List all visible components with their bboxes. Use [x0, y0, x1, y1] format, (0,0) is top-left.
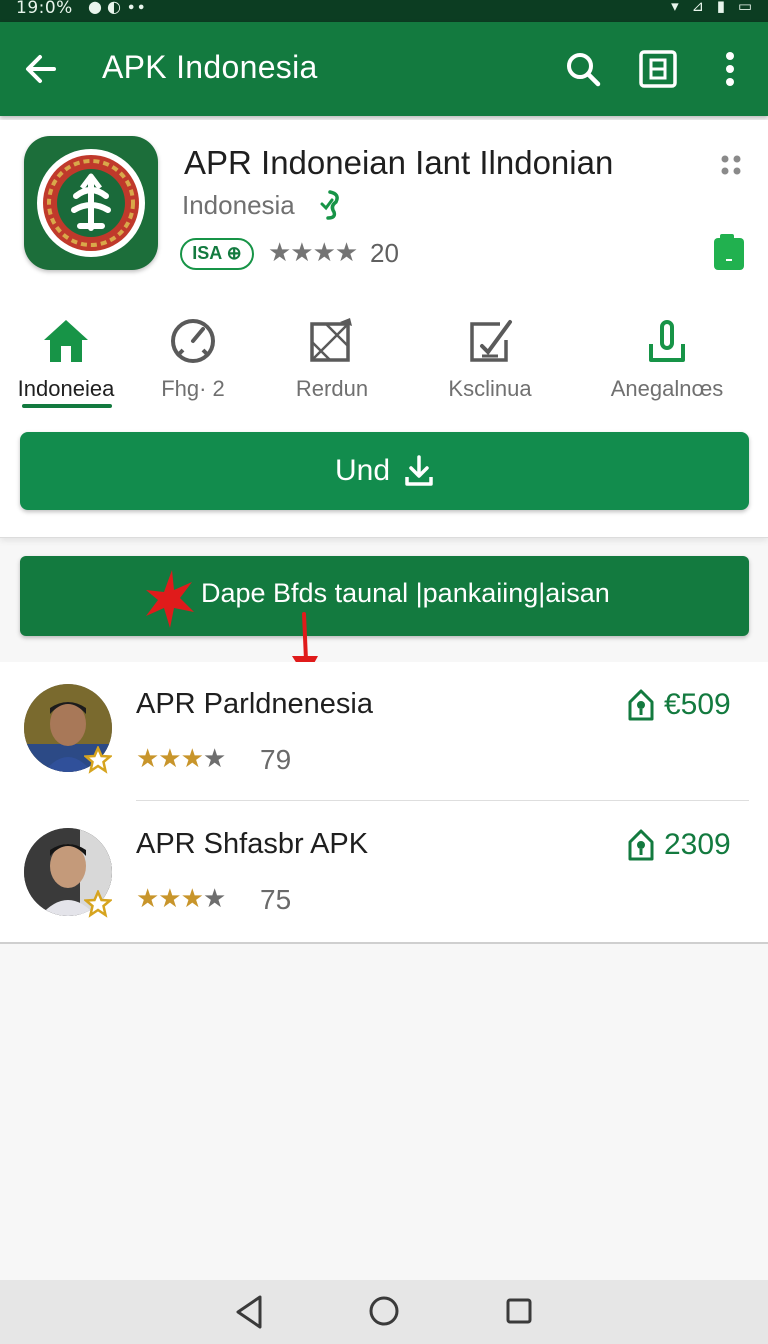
- app-bar-title: APK Indonesia: [102, 49, 318, 85]
- starburst-icon: [146, 570, 194, 628]
- more-options-button[interactable]: [712, 48, 748, 90]
- app-logo-icon[interactable]: [24, 136, 158, 270]
- app-bar: APK Indonesia: [0, 22, 768, 116]
- install-button[interactable]: Und: [20, 432, 749, 510]
- star-badge-icon: [84, 890, 112, 918]
- gauge-icon: [171, 319, 215, 363]
- item-rating-stars: ★★★★: [136, 744, 226, 774]
- tab-label: Fhg· 2: [161, 376, 225, 401]
- gold-stars: ★★★: [136, 884, 204, 914]
- status-bar: 19:0% ● ◐ ∙∙ ▾ ⊿ ▮ ▭: [0, 0, 768, 22]
- nav-home-icon[interactable]: [368, 1295, 400, 1327]
- grid-icon: [639, 50, 677, 88]
- verified-icon: [320, 190, 339, 220]
- category-tabs: Indoneiea Fhg· 2 Rerdun Ksclinua Anegaln…: [0, 316, 768, 416]
- more-vert-icon: [726, 52, 734, 86]
- system-nav-bar: [0, 1280, 768, 1344]
- edit-box-icon: [470, 320, 512, 362]
- content-rating-badge: ISA ⊕: [180, 238, 254, 270]
- search-icon: [567, 53, 601, 87]
- promo-text: Dape Bfds taunal |pankaiing|aisan: [201, 578, 610, 608]
- home-icon: [44, 320, 88, 362]
- list-item[interactable]: APR Shfasbr APK ★★★★ 75 2309: [0, 802, 768, 942]
- tab-edit-box[interactable]: Ksclinua: [430, 316, 550, 412]
- tab-label: Rerdun: [295, 376, 369, 401]
- tab-label: Ksclinua: [448, 376, 532, 401]
- image-edit-icon: [310, 318, 352, 362]
- price-tag-icon: [628, 829, 654, 861]
- divider: [136, 800, 749, 801]
- item-title: APR Shfasbr APK: [136, 828, 369, 860]
- app-name: APR Indoneian Iant Ilndonian: [184, 144, 614, 181]
- back-button[interactable]: [20, 48, 62, 90]
- tab-home[interactable]: Indoneiea: [10, 316, 122, 412]
- nav-recents-icon[interactable]: [505, 1297, 533, 1325]
- arrow-left-icon: [26, 55, 56, 83]
- item-rating-count: 75: [260, 884, 292, 915]
- item-price: 2309: [664, 828, 731, 861]
- grid-view-button[interactable]: [636, 48, 680, 90]
- app-developer[interactable]: Indonesia: [182, 190, 295, 221]
- promo-banner[interactable]: Dape Bfds taunal |pankaiing|aisan: [20, 556, 749, 636]
- download-icon: [405, 455, 433, 486]
- list-item[interactable]: APR Parldnenesia ★★★★ 79 €509: [0, 662, 768, 802]
- star-badge-icon: [84, 746, 112, 774]
- tab-image-edit[interactable]: Rerdun: [272, 316, 392, 412]
- active-tab-indicator: [22, 404, 112, 408]
- tab-label: Indoneiea: [17, 376, 115, 401]
- search-button[interactable]: [562, 48, 604, 90]
- rating-count: 20: [370, 238, 399, 268]
- item-title: APR Parldnenesia: [136, 688, 373, 720]
- nav-back-icon[interactable]: [234, 1294, 264, 1330]
- gold-stars: ★★★: [136, 744, 204, 774]
- item-price: €509: [664, 688, 731, 721]
- tab-label: Anegalnœs: [610, 376, 724, 401]
- status-time: 19:0%: [16, 0, 73, 18]
- app-list: APR Parldnenesia ★★★★ 79 €509 APR Shfasb…: [0, 662, 768, 944]
- item-rating-stars: ★★★★: [136, 884, 226, 914]
- system-status-icons: ▾ ⊿ ▮ ▭: [671, 0, 756, 15]
- grey-star: ★: [202, 744, 226, 774]
- device-icon[interactable]: [712, 234, 746, 272]
- tab-gauge[interactable]: Fhg· 2: [138, 316, 248, 412]
- grey-star: ★: [202, 884, 226, 914]
- rating-stars: ★★★★: [268, 238, 358, 268]
- download-bin-icon: [649, 320, 685, 362]
- install-label: Und: [334, 454, 391, 487]
- item-rating-count: 79: [260, 744, 292, 775]
- tab-download[interactable]: Anegalnœs: [604, 316, 730, 412]
- drag-dots-icon[interactable]: [720, 154, 742, 176]
- notification-icons: ● ◐ ∙∙: [88, 0, 147, 16]
- price-tag-icon: [628, 689, 654, 721]
